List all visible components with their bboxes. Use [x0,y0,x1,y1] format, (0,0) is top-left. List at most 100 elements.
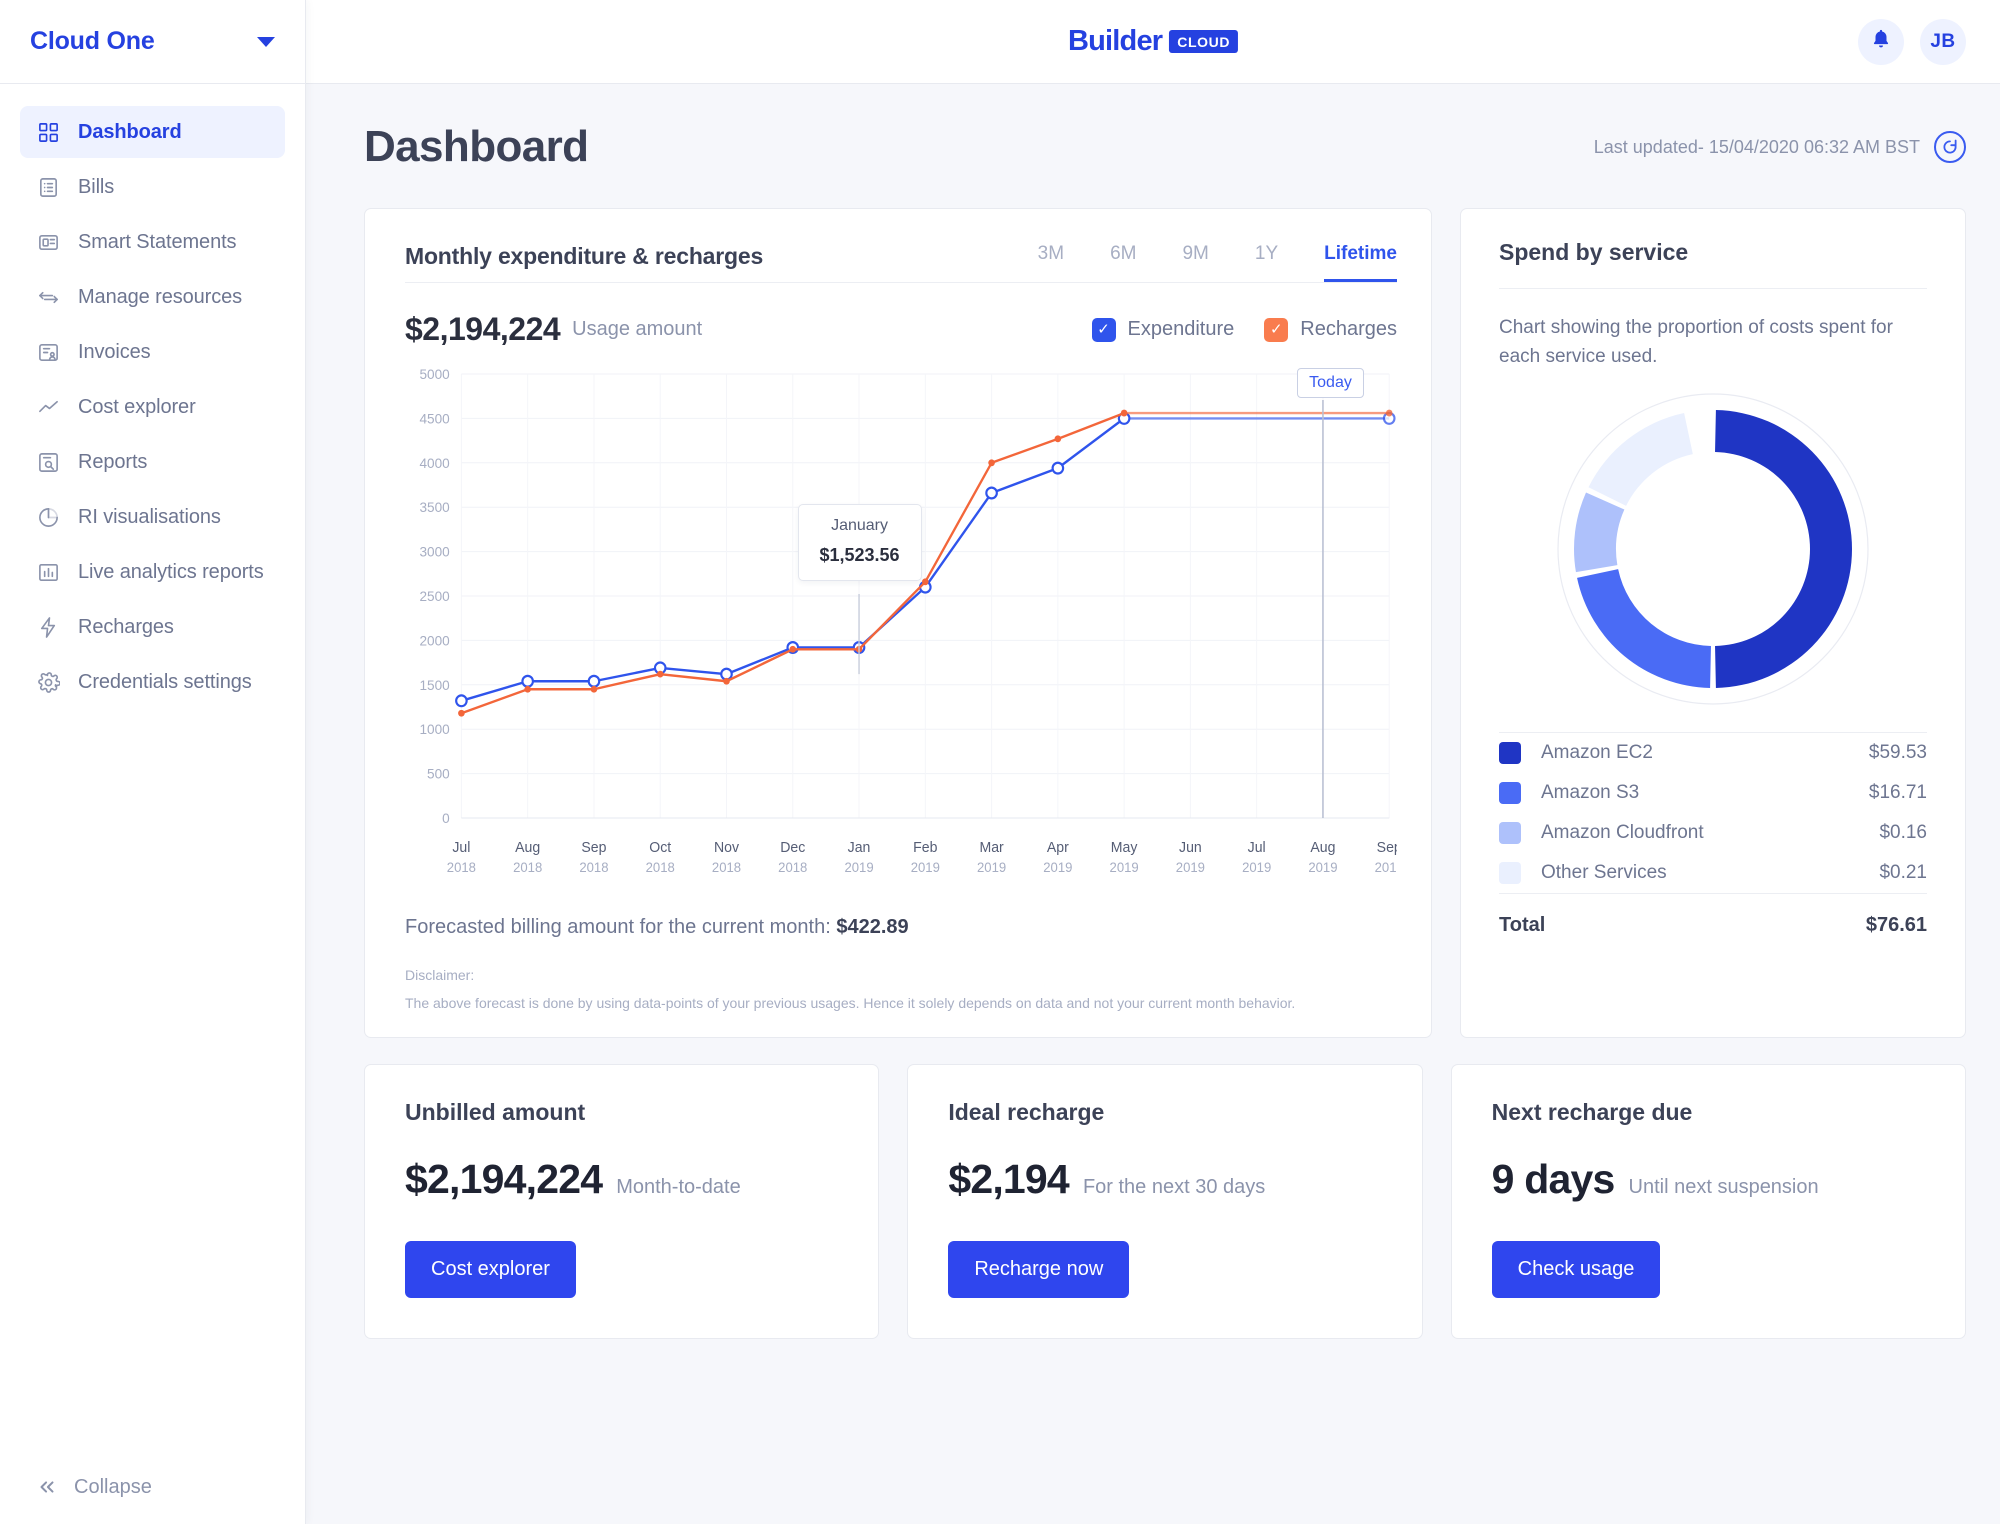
sidebar-item-label: Invoices [78,340,151,363]
usage-amount-label: Usage amount [572,318,703,340]
donut-chart-svg [1557,393,1869,705]
sidebar-item-bills[interactable]: Bills [20,161,285,213]
y-axis-tick: 5000 [419,367,450,382]
sidebar-item-credentials-settings[interactable]: Credentials settings [20,656,285,708]
range-tabs: 3M 6M 9M 1Y Lifetime [992,243,1397,282]
sidebar-item-dashboard[interactable]: Dashboard [20,106,285,158]
top-row: Monthly expenditure & recharges 3M 6M 9M 1Y… [364,208,1966,1038]
series-toggle-expenditure[interactable]: ✓ Expenditure [1091,317,1235,342]
statement-icon [36,230,60,254]
bar-chart-icon [36,560,60,584]
sidebar-item-label: Credentials settings [78,670,252,693]
x-axis-tick-month: Jan [848,840,871,856]
sidebar-item-label: Dashboard [78,120,182,143]
legend-service-name: Other Services [1541,861,1667,883]
stat-card-subtitle: Until next suspension [1628,1176,1819,1198]
donut-segment[interactable] [1577,569,1711,688]
expenditure-card: Monthly expenditure & recharges 3M 6M 9M 1Y… [364,208,1432,1038]
sidebar-item-reports[interactable]: Reports [20,436,285,488]
range-tab-1y[interactable]: 1Y [1255,243,1278,282]
stat-card-action-button[interactable]: Cost explorer [405,1241,576,1298]
report-search-icon [36,450,60,474]
avatar[interactable]: JB [1920,18,1966,65]
sidebar-item-manage-resources[interactable]: Manage resources [20,271,285,323]
x-axis-tick-month: Jul [1248,840,1266,856]
legend-service-name: Amazon S3 [1541,781,1640,803]
x-axis-tick-month: Dec [780,840,805,856]
sidebar-item-cost-explorer[interactable]: Cost explorer [20,381,285,433]
x-axis-tick-year: 2018 [447,860,476,875]
notifications-button[interactable] [1858,18,1904,65]
stat-card-title: Next recharge due [1491,1099,1693,1125]
stat-card-subtitle: Month-to-date [616,1176,741,1198]
sidebar-item-recharges[interactable]: Recharges [20,601,285,653]
stat-card-value-row: $2,194,224 Month-to-date [405,1156,838,1203]
expenditure-card-header: Monthly expenditure & recharges 3M 6M 9M 1Y… [405,243,1397,282]
legend-color-swatch [1499,861,1521,884]
stat-card-value-row: $2,194 For the next 30 days [948,1156,1381,1203]
x-axis-tick-year: 2019 [1375,860,1397,875]
legend-row[interactable]: Amazon Cloudfront $0.16 [1499,813,1927,853]
content: Dashboard Last updated- 15/04/2020 06:32… [306,84,2000,1524]
sidebar-item-smart-statements[interactable]: Smart Statements [20,216,285,268]
donut-segment[interactable] [1715,409,1853,688]
total-label: Total [1499,913,1546,936]
donut-chart [1499,382,1927,716]
sidebar-item-label: Cost explorer [78,395,196,418]
range-tab-9m[interactable]: 9M [1182,243,1208,282]
series-toggle-label: Recharges [1300,318,1397,340]
x-axis-tick-month: Sep [1377,840,1397,856]
spend-total-row: Total $76.61 [1499,894,1927,941]
tooltip-month: January [831,517,888,534]
range-tab-lifetime[interactable]: Lifetime [1324,243,1397,282]
y-axis-tick: 3500 [419,500,450,515]
x-axis-tick-year: 2019 [1110,860,1139,875]
sidebar: Cloud One Dashboard Bills Smart Statements… [0,0,306,1524]
brand-name: Builder [1067,25,1163,57]
legend-color-swatch [1499,781,1521,804]
checkbox-icon[interactable]: ✓ [1091,317,1116,342]
stat-cards-row: Unbilled amount $2,194,224 Month-to-date Co… [364,1064,1966,1339]
sidebar-collapse-button[interactable]: Collapse [0,1450,305,1524]
series-toggle-label: Expenditure [1127,318,1235,340]
tooltip-value: $1,523.56 [819,545,900,565]
x-axis-tick-month: Jun [1179,840,1202,856]
spend-by-service-description: Chart showing the proportion of costs sp… [1499,317,1893,368]
x-axis-tick-month: Aug [1310,840,1335,856]
stat-card: Next recharge due 9 days Until next suspen… [1450,1064,1966,1339]
donut-segment[interactable] [1588,412,1693,506]
legend-service-value: $0.16 [1879,821,1927,843]
range-tab-6m[interactable]: 6M [1110,243,1136,282]
x-axis-tick-month: Sep [581,840,606,856]
sidebar-item-ri-visualisations[interactable]: RI visualisations [20,491,285,543]
legend-row[interactable]: Other Services $0.21 [1499,853,1927,893]
divider [405,282,1397,283]
range-tab-3m[interactable]: 3M [1038,243,1064,282]
legend-row[interactable]: Amazon S3 $16.71 [1499,773,1927,813]
chevron-down-icon [257,36,275,47]
series-toggle-recharges[interactable]: ✓ Recharges [1264,317,1397,342]
y-axis-tick: 0 [442,811,450,826]
y-axis-tick: 1000 [419,722,450,737]
last-updated-group: Last updated- 15/04/2020 06:32 AM BST [1594,131,1966,163]
spend-by-service-title: Spend by service [1499,239,1689,265]
legend-row[interactable]: Amazon EC2 $59.53 [1499,733,1927,773]
avatar-initials: JB [1930,30,1956,52]
donut-segment[interactable] [1574,492,1625,573]
stat-card-action-button[interactable]: Check usage [1491,1241,1661,1298]
sidebar-item-invoices[interactable]: Invoices [20,326,285,378]
stat-card-action-button[interactable]: Recharge now [948,1241,1130,1298]
checkbox-icon[interactable]: ✓ [1264,317,1289,342]
account-switcher[interactable]: Cloud One [0,0,305,84]
trend-icon [36,395,60,419]
collapse-label: Collapse [74,1475,152,1498]
sidebar-item-live-analytics-reports[interactable]: Live analytics reports [20,546,285,598]
pie-icon [36,505,60,529]
grid-icon [36,120,60,144]
disclaimer-title: Disclaimer: [405,967,475,983]
refresh-button[interactable] [1934,131,1966,163]
stat-card-title: Ideal recharge [948,1099,1105,1125]
main-area: Builder CLOUD JB Dashboard Last updated-… [306,0,2000,1524]
stat-card: Unbilled amount $2,194,224 Month-to-date Co… [364,1064,880,1339]
bill-icon [36,175,60,199]
